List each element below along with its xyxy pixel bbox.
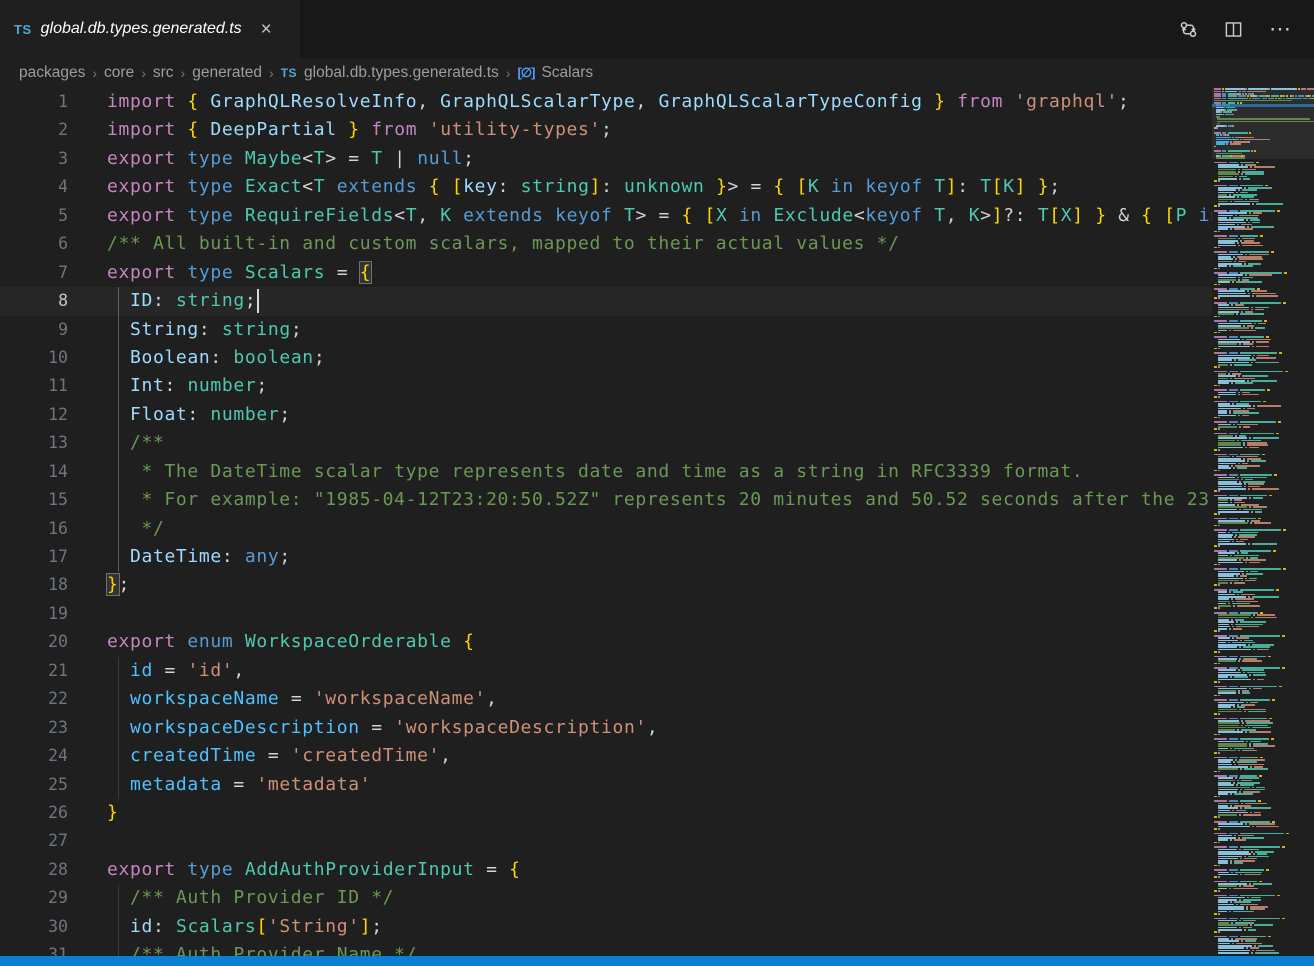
line-number[interactable]: 9 (0, 316, 68, 344)
line-number[interactable]: 13 (0, 429, 68, 457)
minimap[interactable] (1212, 88, 1314, 956)
code-line[interactable]: 20export enum WorkspaceOrderable { (0, 628, 1212, 656)
code-line[interactable]: 22 workspaceName = 'workspaceName', (0, 685, 1212, 713)
code-line[interactable]: 6/** All built-in and custom scalars, ma… (0, 230, 1212, 258)
line-number[interactable]: 17 (0, 543, 68, 571)
breadcrumb-item-filename[interactable]: global.db.types.generated.ts (304, 64, 499, 82)
line-number[interactable]: 6 (0, 230, 68, 258)
minimap-current-line-marker (1212, 104, 1314, 107)
indent-guide-active (118, 287, 119, 572)
chevron-right-icon: › (181, 65, 186, 81)
line-number[interactable]: 26 (0, 799, 68, 827)
code-line[interactable]: 21 id = 'id', (0, 657, 1212, 685)
symbol-misc-icon: [∅] (517, 65, 534, 81)
tab-global-db-types[interactable]: TS global.db.types.generated.ts × (0, 0, 300, 58)
line-number[interactable]: 3 (0, 145, 68, 173)
code-line[interactable]: 3export type Maybe<T> = T | null; (0, 145, 1212, 173)
line-number[interactable]: 20 (0, 628, 68, 656)
line-number[interactable]: 31 (0, 941, 68, 956)
status-bar (0, 956, 1314, 966)
editor-pane: 1import { GraphQLResolveInfo, GraphQLSca… (0, 88, 1314, 956)
code-line[interactable]: 5export type RequireFields<T, K extends … (0, 202, 1212, 230)
code-line[interactable]: 27 (0, 827, 1212, 855)
line-number[interactable]: 10 (0, 344, 68, 372)
line-number[interactable]: 8 (0, 287, 68, 315)
line-number[interactable]: 29 (0, 884, 68, 912)
code-line[interactable]: 11 Int: number; (0, 372, 1212, 400)
code-area[interactable]: 1import { GraphQLResolveInfo, GraphQLSca… (0, 88, 1212, 956)
line-number[interactable]: 4 (0, 173, 68, 201)
tab-title: global.db.types.generated.ts (41, 20, 242, 38)
code-line[interactable]: 24 createdTime = 'createdTime', (0, 742, 1212, 770)
line-number[interactable]: 16 (0, 515, 68, 543)
line-number[interactable]: 24 (0, 742, 68, 770)
chevron-right-icon: › (92, 65, 97, 81)
line-number[interactable]: 14 (0, 458, 68, 486)
line-number[interactable]: 15 (0, 486, 68, 514)
code-line[interactable]: 18}; (0, 571, 1212, 599)
code-line[interactable]: 26} (0, 799, 1212, 827)
breadcrumb-item-core[interactable]: core (104, 64, 134, 82)
code-line[interactable]: 25 metadata = 'metadata' (0, 771, 1212, 799)
line-number[interactable]: 22 (0, 685, 68, 713)
code-line[interactable]: 17 DateTime: any; (0, 543, 1212, 571)
compare-changes-icon[interactable] (1179, 20, 1198, 39)
code-line[interactable]: 10 Boolean: boolean; (0, 344, 1212, 372)
code-line[interactable]: 16 */ (0, 515, 1212, 543)
line-number[interactable]: 18 (0, 571, 68, 599)
breadcrumb-item-packages[interactable]: packages (19, 64, 85, 82)
chevron-right-icon: › (506, 65, 511, 81)
line-number[interactable]: 28 (0, 856, 68, 884)
tab-close-icon[interactable]: × (261, 20, 272, 39)
code-line[interactable]: 29 /** Auth Provider ID */ (0, 884, 1212, 912)
chevron-right-icon: › (269, 65, 274, 81)
breadcrumb: packages › core › src › generated › TS g… (0, 58, 1314, 88)
line-number[interactable]: 12 (0, 401, 68, 429)
code-line[interactable]: 9 String: string; (0, 316, 1212, 344)
line-number[interactable]: 1 (0, 88, 68, 116)
code-line[interactable]: 28export type AddAuthProviderInput = { (0, 856, 1212, 884)
code-line[interactable]: 30 id: Scalars['String']; (0, 913, 1212, 941)
indent-guide (118, 657, 119, 799)
line-number[interactable]: 2 (0, 116, 68, 144)
breadcrumb-item-symbol-scalars[interactable]: Scalars (541, 64, 593, 82)
minimap-content (1212, 88, 1314, 954)
text-cursor (257, 289, 259, 313)
more-actions-icon[interactable]: ⋯ (1269, 18, 1292, 40)
line-number[interactable]: 7 (0, 259, 68, 287)
code-line[interactable]: 13 /** (0, 429, 1212, 457)
line-number[interactable]: 30 (0, 913, 68, 941)
typescript-file-icon: TS (281, 66, 297, 80)
code-line[interactable]: 19 (0, 600, 1212, 628)
editor-actions: ⋯ (1179, 0, 1314, 58)
breadcrumb-item-src[interactable]: src (153, 64, 174, 82)
line-number[interactable]: 25 (0, 771, 68, 799)
line-number[interactable]: 5 (0, 202, 68, 230)
code-line[interactable]: 14 * The DateTime scalar type represents… (0, 458, 1212, 486)
tab-bar: TS global.db.types.generated.ts × ⋯ (0, 0, 1314, 58)
breadcrumb-item-generated[interactable]: generated (192, 64, 262, 82)
split-editor-icon[interactable] (1224, 20, 1243, 39)
code-line[interactable]: 2import { DeepPartial } from 'utility-ty… (0, 116, 1212, 144)
indent-guide (118, 885, 119, 956)
line-number[interactable]: 19 (0, 600, 68, 628)
code-line[interactable]: 7export type Scalars = { (0, 259, 1212, 287)
line-number[interactable]: 11 (0, 372, 68, 400)
code-line[interactable]: 1import { GraphQLResolveInfo, GraphQLSca… (0, 88, 1212, 116)
chevron-right-icon: › (141, 65, 146, 81)
code-line[interactable]: 31 /** Auth Provider Name */ (0, 941, 1212, 956)
code-line[interactable]: 4export type Exact<T extends { [key: str… (0, 173, 1212, 201)
line-number[interactable]: 23 (0, 714, 68, 742)
code-line[interactable]: 15 * For example: "1985-04-12T23:20:50.5… (0, 486, 1212, 514)
code-line[interactable]: 8 ID: string; (0, 287, 1212, 315)
line-number[interactable]: 27 (0, 827, 68, 855)
code-line[interactable]: 12 Float: number; (0, 401, 1212, 429)
code-line[interactable]: 23 workspaceDescription = 'workspaceDesc… (0, 714, 1212, 742)
code-lines: 1import { GraphQLResolveInfo, GraphQLSca… (0, 88, 1212, 956)
typescript-file-icon: TS (14, 22, 32, 37)
line-number[interactable]: 21 (0, 657, 68, 685)
